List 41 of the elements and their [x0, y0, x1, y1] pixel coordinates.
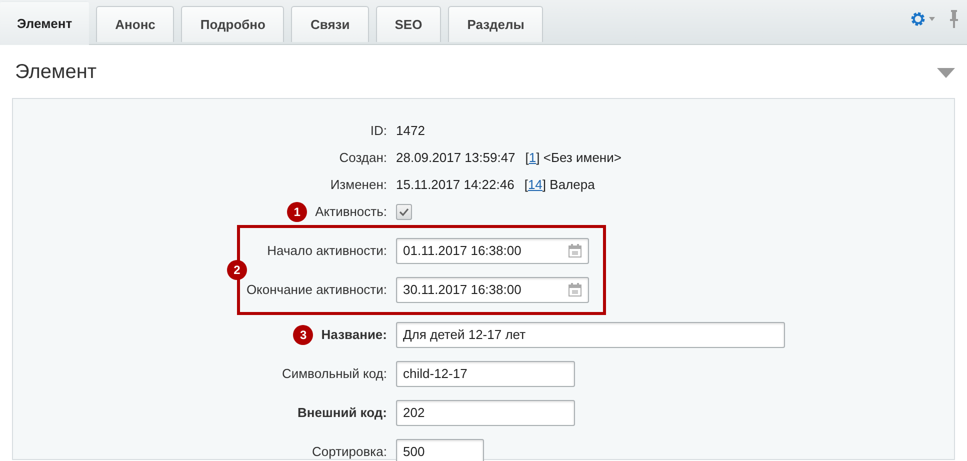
- settings-icon[interactable]: [910, 11, 926, 27]
- tab[interactable]: Элемент: [0, 1, 90, 45]
- field-label: Активность:: [315, 204, 387, 219]
- field-label: Название:: [321, 327, 387, 342]
- checkbox[interactable]: [396, 204, 412, 220]
- input-field[interactable]: Для детей 12-17 лет: [396, 322, 785, 348]
- user-link[interactable]: 14: [528, 177, 542, 192]
- section-title: Элемент: [15, 61, 97, 84]
- field-label: Создан:: [339, 150, 387, 165]
- field-value: 1472: [396, 123, 425, 138]
- date-value: 28.09.2017 13:59:47: [396, 150, 516, 165]
- number-badge: 2: [227, 260, 247, 280]
- field-label: Сортировка:: [312, 444, 387, 459]
- field-label: Изменен:: [330, 177, 387, 192]
- user-link[interactable]: 1: [528, 150, 536, 165]
- number-badge: 1: [287, 202, 308, 222]
- calendar-icon[interactable]: [568, 244, 582, 258]
- input-field[interactable]: 202: [396, 400, 575, 426]
- field-label: Окончание активности:: [246, 282, 387, 297]
- field-label: Символьный код:: [282, 366, 387, 381]
- tab[interactable]: Связи: [291, 6, 369, 42]
- tab[interactable]: Подробно: [181, 6, 284, 42]
- checkmark-icon: [399, 206, 409, 216]
- field-label: ID:: [370, 123, 387, 138]
- collapse-arrow-icon[interactable]: [937, 68, 955, 78]
- field-label: Внешний код:: [298, 405, 387, 420]
- author-text: [14] Валера: [524, 177, 595, 192]
- calendar-icon[interactable]: [568, 282, 582, 296]
- caret-icon[interactable]: [929, 17, 935, 21]
- pin-icon[interactable]: [949, 10, 959, 28]
- tab[interactable]: Анонс: [96, 6, 174, 42]
- author-text: [1] <Без имени>: [525, 150, 622, 165]
- date-value: 15.11.2017 14:22:46: [396, 177, 514, 192]
- date-field[interactable]: 01.11.2017 16:38:00: [396, 238, 589, 264]
- number-badge: 3: [293, 324, 314, 344]
- input-field[interactable]: 500: [396, 438, 484, 461]
- tab[interactable]: SEO: [376, 6, 442, 42]
- input-field[interactable]: child-12-17: [396, 360, 575, 386]
- date-field[interactable]: 30.11.2017 16:38:00: [396, 276, 589, 302]
- tab[interactable]: Разделы: [448, 6, 544, 42]
- field-label: Начало активности:: [267, 243, 387, 258]
